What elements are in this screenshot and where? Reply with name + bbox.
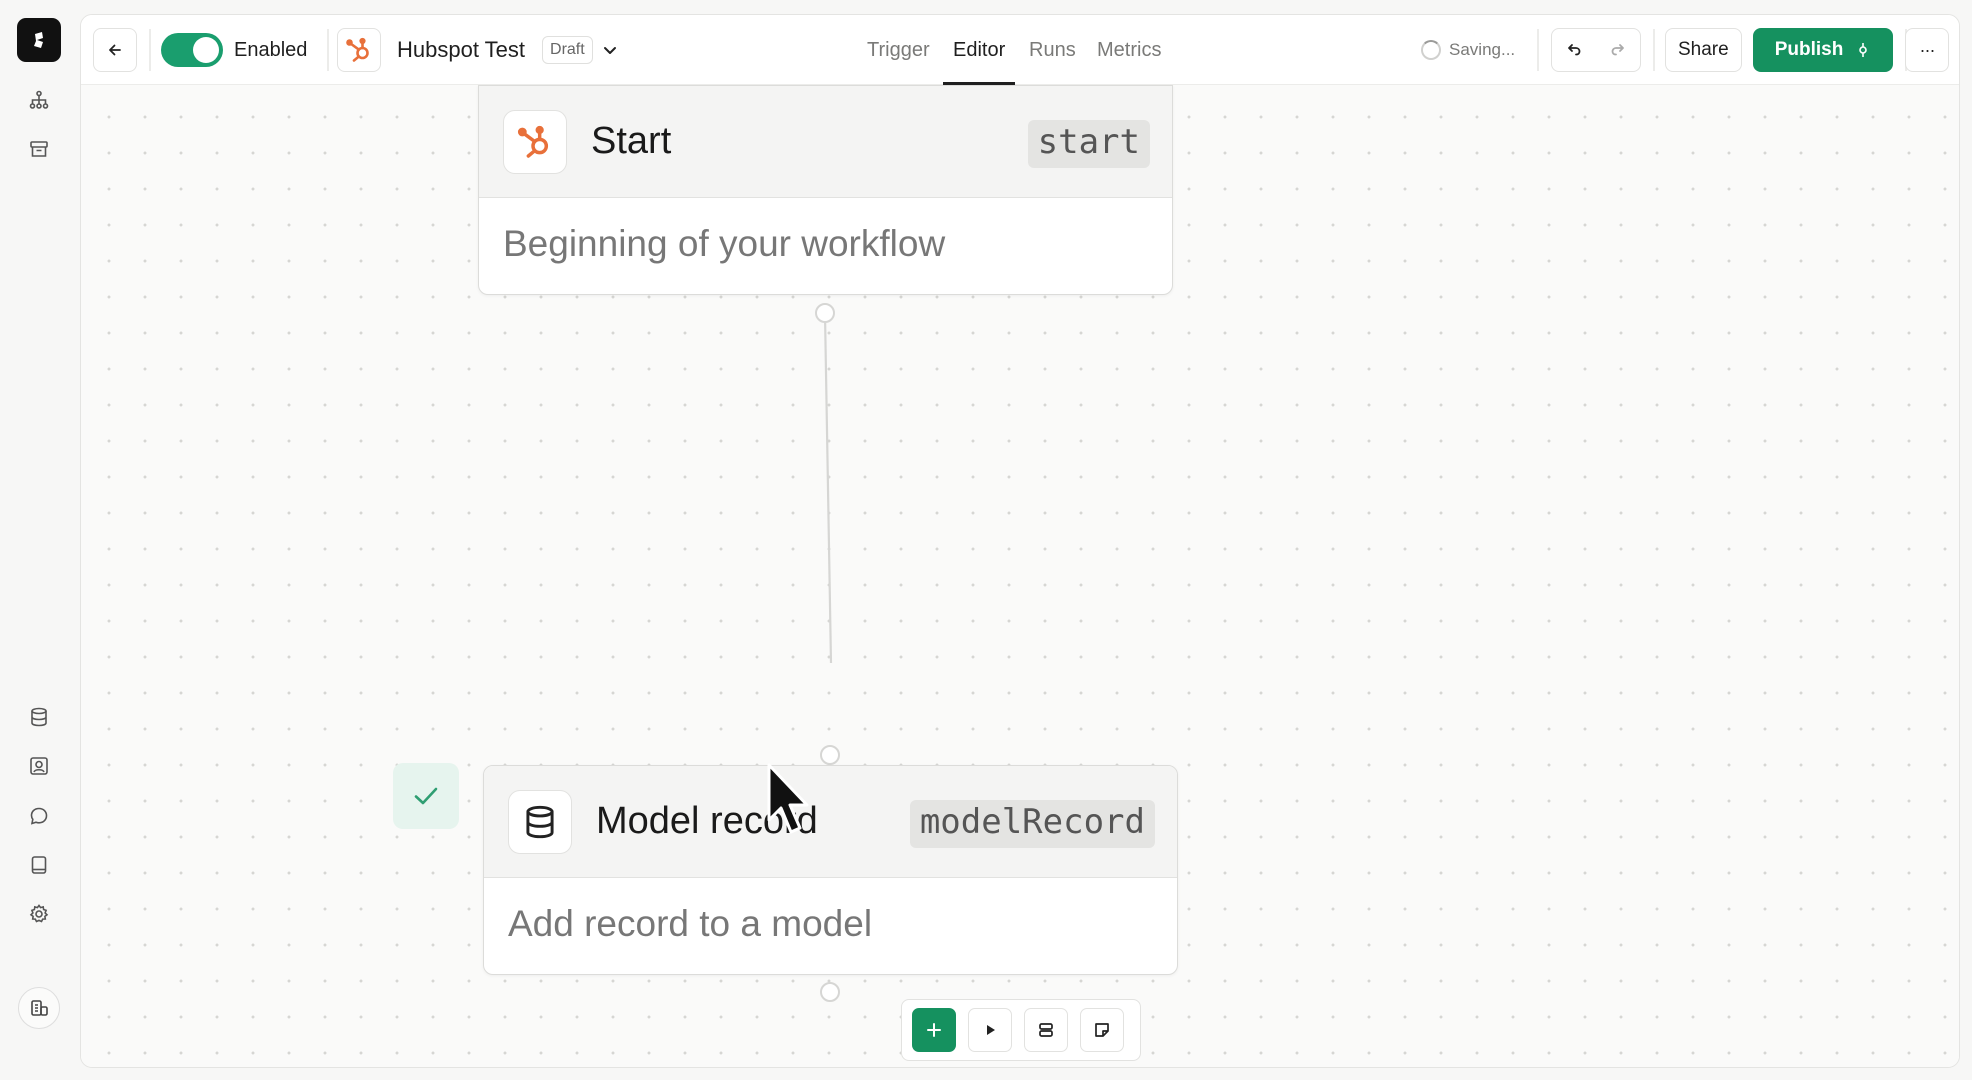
mouse-cursor-icon <box>767 763 809 834</box>
status-badge: Draft <box>542 36 593 64</box>
tab-runs[interactable]: Runs <box>1029 15 1076 85</box>
publish-button[interactable]: Publish <box>1753 28 1893 72</box>
node-title: Start <box>591 120 672 162</box>
node-description: Add record to a model <box>508 903 873 944</box>
archive-icon <box>30 141 48 157</box>
divider <box>327 29 329 71</box>
saving-text: Saving... <box>1449 40 1516 59</box>
validation-badge <box>393 763 459 829</box>
database-icon <box>526 805 554 838</box>
node-model-record-output-port[interactable] <box>820 982 840 1002</box>
spinner-icon <box>1421 40 1441 60</box>
chevron-down-icon[interactable] <box>601 41 619 59</box>
sticky-note-icon <box>1095 1023 1109 1037</box>
sidebar-item-chat[interactable] <box>22 799 56 833</box>
more-icon: ··· <box>1919 39 1936 60</box>
history-controls <box>1551 28 1641 72</box>
tab-trigger[interactable]: Trigger <box>867 15 930 85</box>
integration-logo <box>337 28 381 72</box>
editor-header: Enabled Hubspot Test Draft Trigger Edito… <box>81 15 1959 85</box>
logo-icon <box>34 32 43 48</box>
settings-icon <box>29 904 49 923</box>
layout-rows-icon <box>1039 1023 1053 1037</box>
divider <box>149 29 151 71</box>
add-node-button[interactable] <box>912 1008 956 1052</box>
divider <box>1537 29 1539 71</box>
node-description: Beginning of your workflow <box>503 223 946 264</box>
sidebar-item-database[interactable] <box>22 700 56 734</box>
node-start-output-port[interactable] <box>815 303 835 323</box>
more-options-button[interactable]: ··· <box>1905 28 1949 72</box>
node-model-record-input-port[interactable] <box>820 745 840 765</box>
node-start[interactable]: Start start Beginning of your workflow <box>478 85 1173 295</box>
contacts-icon <box>30 757 48 775</box>
sidebar-item-workflows[interactable] <box>22 83 56 117</box>
saving-indicator: Saving... <box>1421 15 1515 85</box>
node-model-record[interactable]: Model record modelRecord Add record to a… <box>483 765 1178 975</box>
tab-editor[interactable]: Editor <box>942 15 1016 85</box>
node-icon <box>503 109 567 174</box>
node-header: Start start <box>479 86 1172 198</box>
layout-button[interactable] <box>1024 1008 1068 1052</box>
back-button[interactable] <box>93 28 137 72</box>
node-key: modelRecord <box>909 800 1155 848</box>
enabled-label: Enabled <box>234 38 308 61</box>
undo-icon[interactable] <box>1564 40 1584 60</box>
play-icon <box>987 1025 995 1035</box>
node-icon <box>508 789 572 854</box>
hubspot-icon <box>517 125 549 158</box>
workflow-canvas[interactable]: Start start Beginning of your workflow M… <box>81 85 1959 1067</box>
workflow-title[interactable]: Hubspot Test <box>397 37 525 63</box>
sidebar-item-docs[interactable] <box>22 848 56 882</box>
arrow-left-icon <box>109 44 121 56</box>
redo-icon[interactable] <box>1608 40 1628 60</box>
sticky-note-button[interactable] <box>1080 1008 1124 1052</box>
workflow-editor: Enabled Hubspot Test Draft Trigger Edito… <box>80 14 1960 1068</box>
workflows-icon <box>29 90 49 109</box>
sidebar-item-settings[interactable] <box>22 897 56 931</box>
chat-icon <box>30 807 48 825</box>
app-logo[interactable] <box>17 18 61 62</box>
plus-icon <box>927 1023 941 1037</box>
org-switcher-icon <box>31 1000 48 1016</box>
hubspot-icon <box>346 37 369 62</box>
docs-icon <box>31 856 47 874</box>
enabled-toggle[interactable] <box>161 33 223 67</box>
canvas-toolbar <box>901 999 1141 1061</box>
org-switcher[interactable] <box>18 987 60 1029</box>
app-root: Enabled Hubspot Test Draft Trigger Edito… <box>0 0 1972 1080</box>
commit-icon <box>1859 43 1868 57</box>
share-button[interactable]: Share <box>1665 28 1742 72</box>
sidebar-item-contacts[interactable] <box>22 749 56 783</box>
sidebar <box>0 0 80 1080</box>
node-header: Model record modelRecord <box>484 766 1177 878</box>
sidebar-item-archive[interactable] <box>22 132 56 166</box>
divider <box>1653 29 1655 71</box>
run-button[interactable] <box>968 1008 1012 1052</box>
database-icon <box>31 707 47 727</box>
tab-metrics[interactable]: Metrics <box>1097 15 1161 85</box>
publish-label: Publish <box>1774 39 1844 60</box>
node-key: start <box>1027 120 1150 168</box>
check-icon <box>414 787 438 805</box>
toggle-knob <box>193 37 219 63</box>
